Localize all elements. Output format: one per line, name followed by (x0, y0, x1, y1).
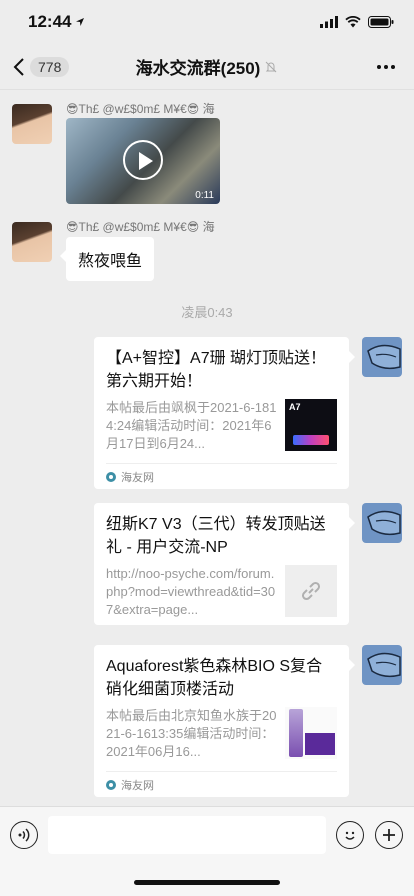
more-options-button[interactable] (374, 56, 398, 78)
more-dot (377, 65, 381, 69)
voice-icon (18, 828, 30, 842)
play-icon (123, 140, 163, 180)
link-card[interactable]: Aquaforest紫色森林BIO S复合硝化细菌顶楼活动 本帖最后由北京知鱼水… (94, 645, 355, 797)
link-card-thumbnail (285, 707, 337, 759)
unread-count-badge: 778 (30, 57, 70, 77)
chat-title-text: 海水交流群(250) (135, 59, 261, 78)
link-card-description: http://noo-psyche.com/forum.php?mod=view… (106, 566, 276, 617)
sender-avatar[interactable] (12, 104, 52, 144)
more-dot (384, 65, 388, 69)
link-placeholder-thumbnail (285, 565, 337, 617)
thumbnail-label: A7 (289, 402, 301, 412)
fish-icon (367, 652, 401, 678)
link-card-description: 本帖最后由北京知鱼水族于2021-6-1613:35编辑活动时间：2021年06… (106, 708, 277, 759)
text-message-bubble[interactable]: 熬夜喂鱼 (59, 237, 155, 281)
link-card[interactable]: 【A+智控】A7珊 瑚灯顶贴送！第六期开始！ 本帖最后由飒枫于2021-6-18… (94, 337, 355, 489)
back-button[interactable]: 778 (12, 52, 70, 82)
link-card-title: 【A+智控】A7珊 瑚灯顶贴送！第六期开始！ (106, 350, 327, 390)
source-icon (106, 471, 116, 482)
link-card-title: Aquaforest紫色森林BIO S复合硝化细菌顶楼活动 (106, 658, 323, 698)
thumbnail-glow (293, 435, 329, 445)
status-time-text: 12:44 (28, 12, 72, 31)
source-icon (106, 779, 116, 790)
emoji-button[interactable] (336, 821, 364, 849)
chat-title: 海水交流群(250) (136, 54, 279, 79)
fish-icon (367, 510, 401, 536)
mute-bell-icon (265, 61, 277, 72)
link-card-source: 海友网 (106, 463, 337, 489)
link-card-title: 纽斯K7 V3（三代）转发顶贴送礼 - 用户交流-NP (106, 516, 326, 556)
link-card-source-name: 海友网 (121, 779, 154, 792)
plus-icon (383, 829, 395, 841)
chat-timestamp: 凌晨0:43 (181, 305, 233, 320)
wifi-icon (345, 16, 361, 28)
status-bar: 12:44 (0, 0, 414, 44)
status-icons (320, 16, 394, 28)
sender-avatar[interactable] (12, 222, 52, 262)
more-dot (391, 65, 395, 69)
location-arrow-icon (76, 18, 85, 26)
thumbnail-panel (305, 733, 335, 755)
video-message[interactable]: 0:11 (66, 118, 220, 204)
sender-name: 😎Th£ @w£$0m£ M¥€😎 海 (66, 102, 215, 116)
link-card-source-name: 海友网 (121, 471, 154, 484)
thumbnail-bottle (289, 709, 303, 757)
link-icon (301, 581, 321, 601)
link-card[interactable]: 纽斯K7 V3（三代）转发顶贴送礼 - 用户交流-NP http://noo-p… (94, 503, 355, 625)
my-avatar[interactable] (362, 337, 402, 377)
nav-bar: 778 海水交流群(250) (0, 44, 414, 90)
home-indicator (134, 880, 280, 885)
my-avatar[interactable] (362, 645, 402, 685)
chevron-left-icon (13, 58, 24, 76)
link-card-description: 本帖最后由飒枫于2021-6-1814:24编辑活动时间：2021年6月17日到… (106, 400, 277, 451)
signal-icon (320, 16, 338, 28)
sender-name: 😎Th£ @w£$0m£ M¥€😎 海 (66, 220, 215, 234)
battery-icon (368, 16, 394, 28)
smiley-icon (345, 831, 355, 840)
more-functions-button[interactable] (375, 821, 403, 849)
fish-icon (367, 344, 401, 370)
link-card-thumbnail: A7 (285, 399, 337, 451)
link-card-source: 海友网 (106, 771, 337, 797)
status-time: 12:44 (28, 12, 85, 32)
voice-input-button[interactable] (10, 821, 38, 849)
message-input[interactable] (48, 816, 326, 854)
my-avatar[interactable] (362, 503, 402, 543)
video-duration: 0:11 (195, 190, 214, 201)
